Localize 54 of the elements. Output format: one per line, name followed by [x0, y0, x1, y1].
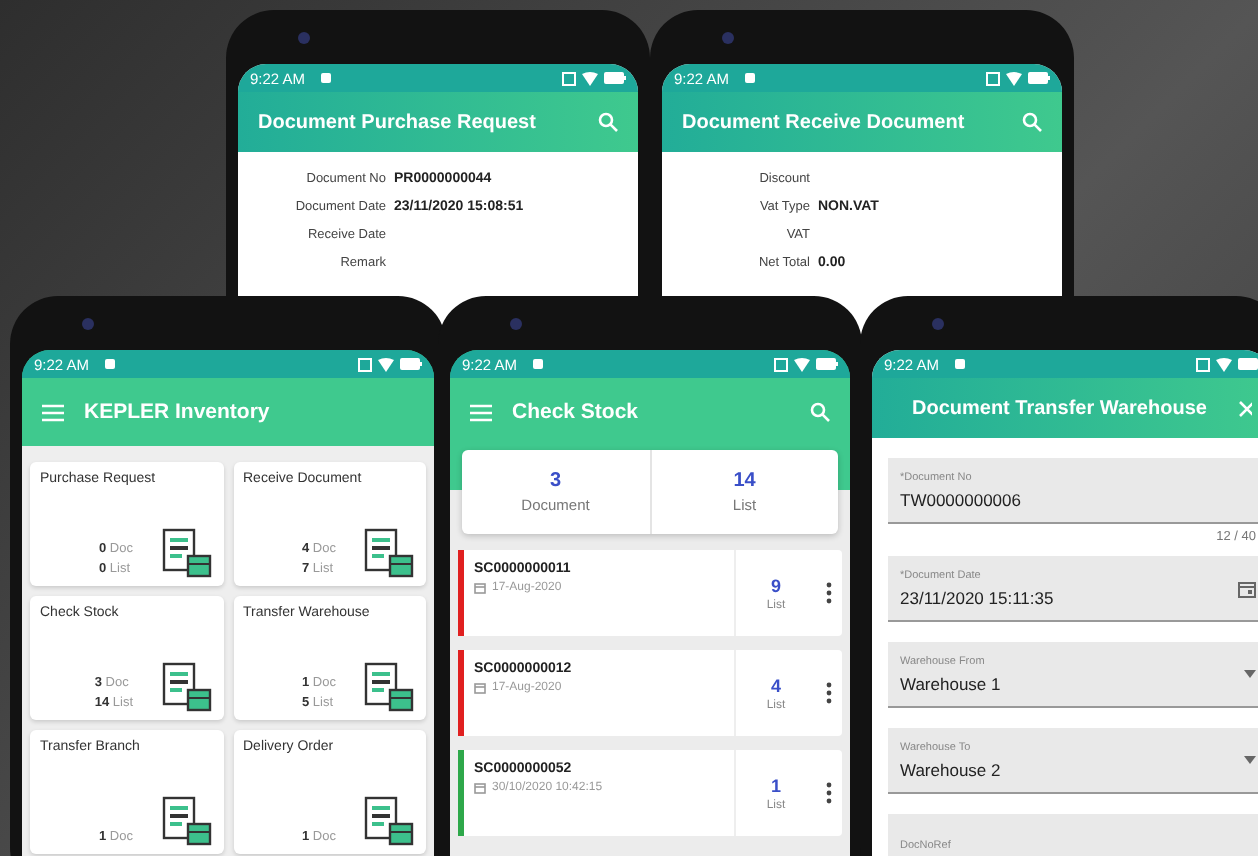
notification-icon [953, 358, 966, 370]
calendar-icon [474, 582, 486, 594]
screen-title: Document Transfer Warehouse [912, 397, 1207, 419]
battery-icon [816, 358, 838, 370]
field-value: TW0000000006 [900, 489, 1023, 509]
document-box-icon [360, 526, 416, 582]
notification-icon [103, 358, 116, 370]
sim-icon [562, 71, 576, 85]
document-box-icon [157, 794, 213, 850]
sim-icon [358, 357, 372, 371]
calendar-icon [474, 782, 486, 794]
wifi-icon [378, 357, 394, 371]
document-box-icon [360, 660, 416, 716]
wifi-icon [1216, 357, 1232, 371]
dropdown-caret-icon[interactable] [1244, 670, 1256, 678]
battery-icon [1238, 358, 1258, 370]
camera-icon [932, 317, 944, 329]
dropdown-caret-icon[interactable] [1244, 756, 1256, 764]
sim-icon [1196, 357, 1210, 371]
wifi-icon [1006, 71, 1022, 85]
item-count: 1 [770, 775, 781, 795]
item-count: 4 [770, 675, 781, 695]
more-icon[interactable] [826, 782, 832, 804]
notification-icon [743, 72, 756, 84]
calendar-icon [474, 682, 486, 694]
field-value: 23/11/2020 15:11:35 [900, 587, 1056, 607]
summary-count: 14 [733, 470, 756, 492]
more-icon[interactable] [826, 682, 832, 704]
item-count: 9 [770, 575, 781, 595]
notification-icon [319, 72, 332, 84]
wifi-icon [794, 357, 810, 371]
sim-icon [986, 71, 1000, 85]
document-box-icon [360, 794, 416, 850]
screen-title: Document Receive Document [682, 111, 965, 133]
camera-icon [722, 31, 734, 43]
document-box-icon [157, 526, 213, 582]
battery-icon [604, 72, 626, 84]
document-box-icon [157, 660, 213, 716]
field-value: Warehouse 2 [900, 759, 1003, 779]
more-icon[interactable] [826, 582, 832, 604]
summary-count: 3 [549, 470, 562, 492]
battery-icon [400, 358, 422, 370]
screen-title: Check Stock [512, 400, 639, 424]
camera-icon [82, 317, 94, 329]
screen-title: Document Purchase Request [258, 111, 536, 133]
field-value: Warehouse 1 [900, 673, 1003, 693]
camera-icon [298, 31, 310, 43]
calendar-icon[interactable] [1238, 579, 1256, 597]
camera-icon [510, 317, 522, 329]
sim-icon [774, 357, 788, 371]
wifi-icon [582, 71, 598, 85]
app-title: KEPLER Inventory [84, 400, 270, 424]
battery-icon [1028, 72, 1050, 84]
notification-icon [531, 358, 544, 370]
